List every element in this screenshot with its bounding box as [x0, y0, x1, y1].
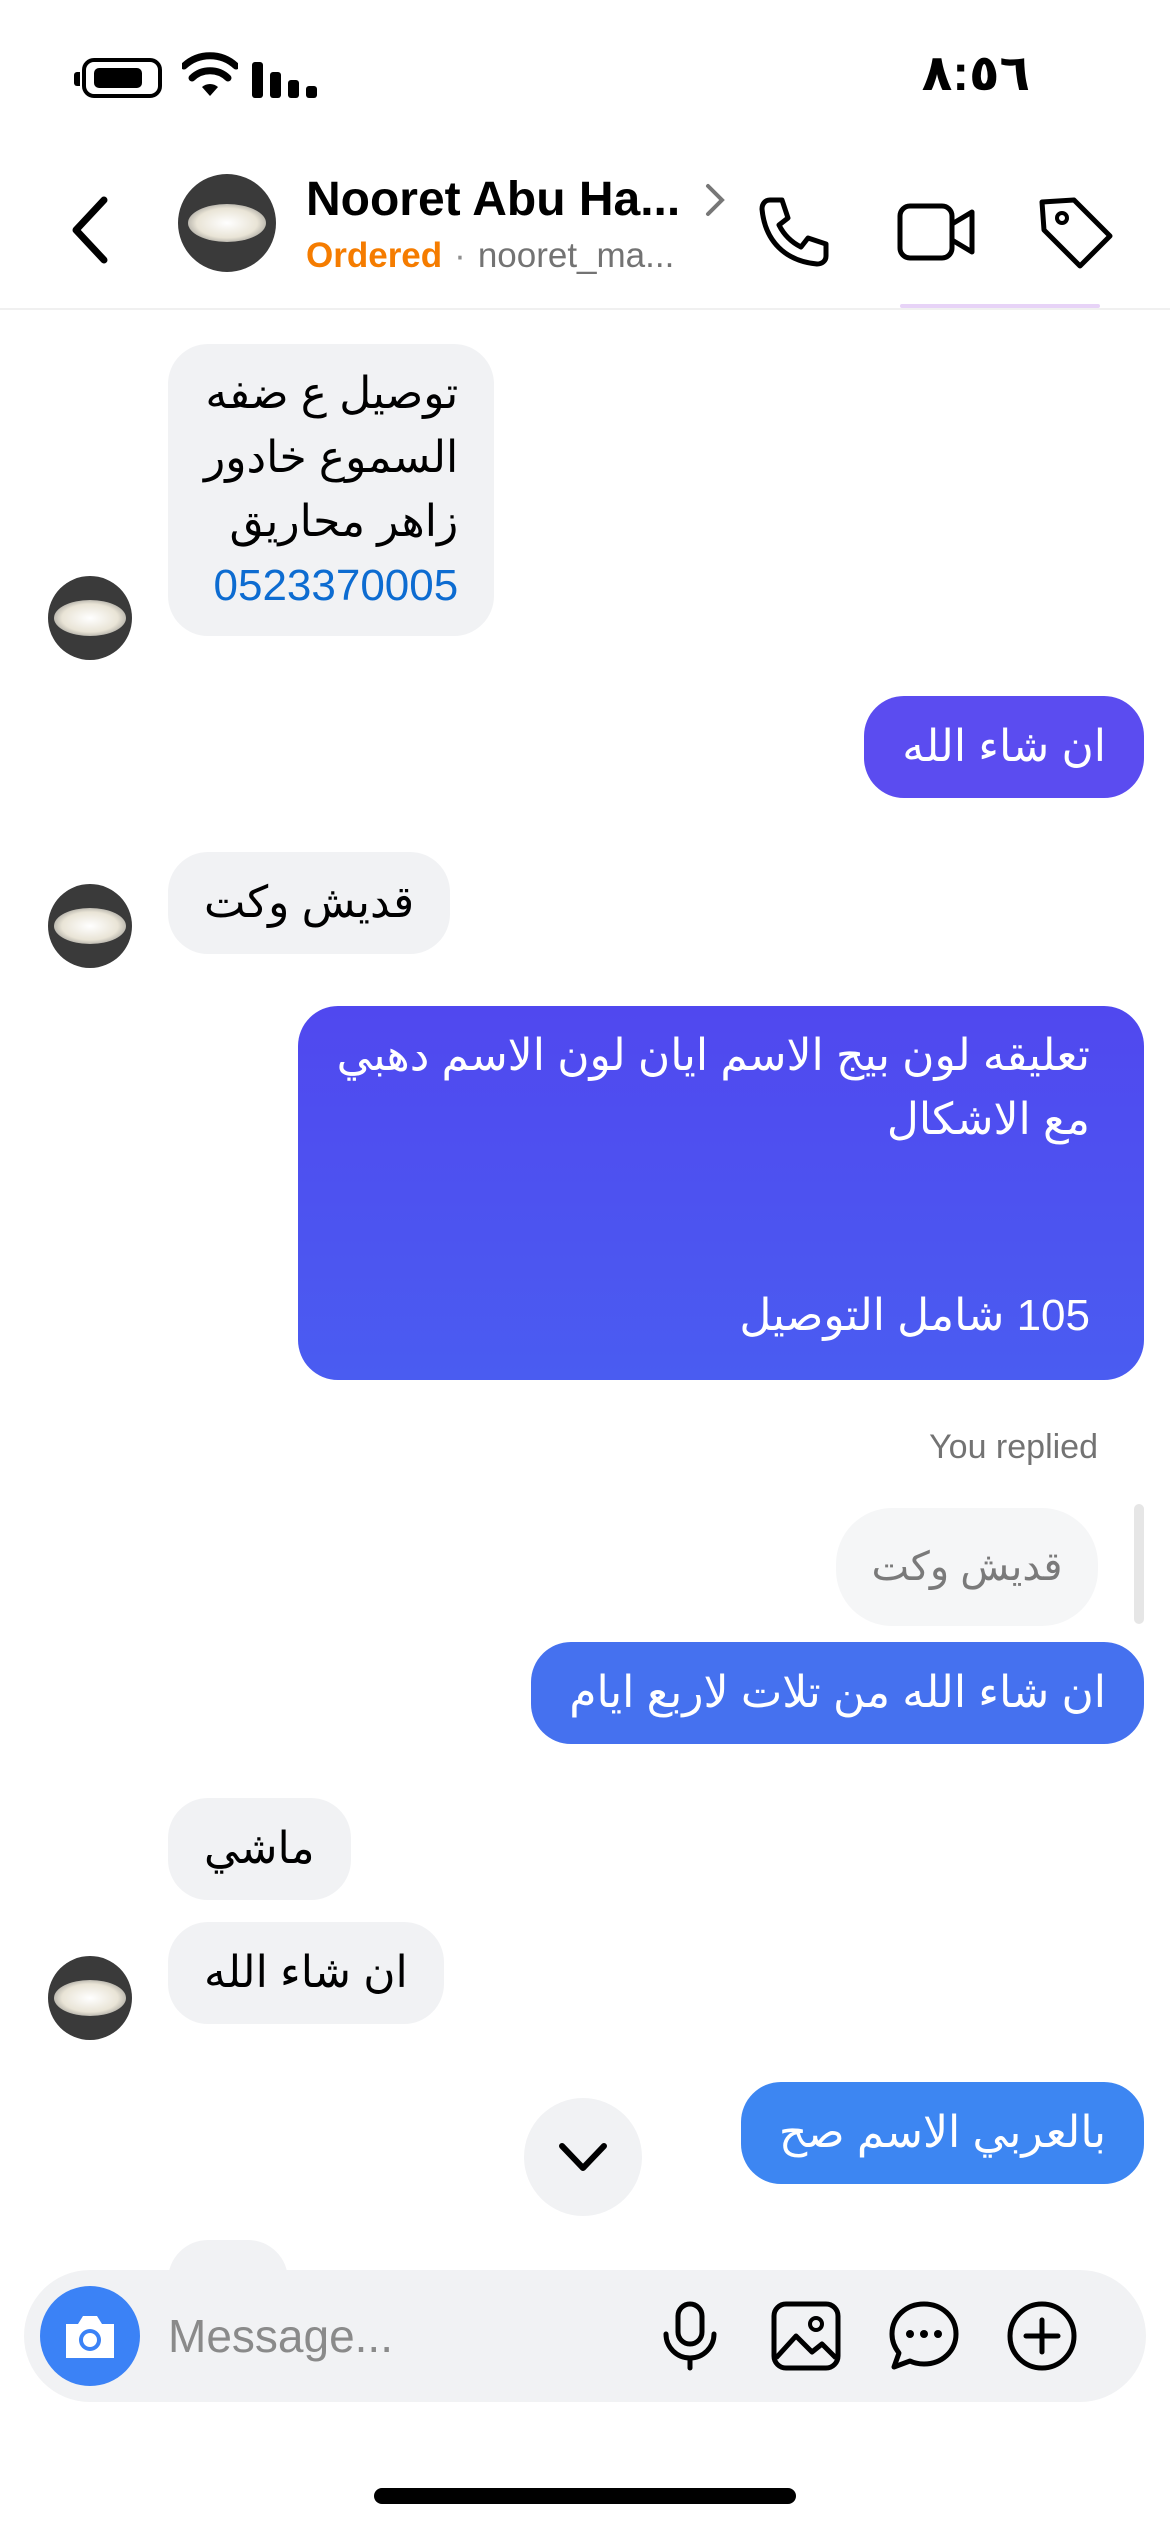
avatar[interactable]: [48, 1956, 132, 2040]
image-icon[interactable]: [770, 2300, 842, 2372]
sticker-icon[interactable]: [888, 2300, 960, 2372]
message-text: ان شاء الله: [902, 722, 1106, 771]
avatar[interactable]: [48, 884, 132, 968]
phone-icon[interactable]: [752, 192, 832, 272]
outgoing-message[interactable]: تعليقه لون بيج الاسم ايان لون الاسم دهبي…: [298, 1006, 1144, 1380]
reply-indicator-bar: [1134, 1504, 1144, 1624]
avatar[interactable]: [178, 174, 276, 272]
message-line: زاهر محاريق: [229, 497, 459, 546]
reply-context-label: You replied: [929, 1428, 1098, 1466]
message-text: ان شاء الله: [204, 1948, 408, 1997]
message-text: ماشي: [204, 1824, 315, 1873]
battery-icon: [74, 58, 162, 98]
message-line: تعليقه لون بيج الاسم ايان لون الاسم دهبي: [336, 1031, 1090, 1080]
video-icon[interactable]: [896, 192, 976, 272]
back-icon[interactable]: [62, 190, 122, 270]
status-bar: ٨:٥٦: [0, 0, 1170, 150]
outgoing-message[interactable]: بالعربي الاسم صح: [740, 2082, 1144, 2184]
cellular-signal-icon: [252, 62, 317, 98]
contact-name[interactable]: Nooret Abu Ha...: [306, 172, 680, 227]
contact-subtitle: Ordered · nooret_ma...: [306, 236, 675, 275]
message-text: بالعربي الاسم صح: [778, 2108, 1106, 2157]
chevron-right-icon[interactable]: [700, 180, 730, 220]
incoming-message[interactable]: توصيل ع ضفه السموع خادور زاهر محاريق 052…: [168, 344, 495, 636]
scroll-to-bottom-button[interactable]: [524, 2098, 642, 2216]
quoted-message[interactable]: قديش وكت: [836, 1508, 1098, 1626]
tag-icon[interactable]: [1036, 192, 1116, 272]
message-line: مع الاشكال: [886, 1095, 1090, 1144]
contact-handle: nooret_ma...: [477, 236, 675, 275]
plus-icon[interactable]: [1006, 2300, 1078, 2372]
home-indicator[interactable]: [374, 2488, 796, 2504]
order-status-label: Ordered: [306, 236, 443, 275]
previous-message-edge: [900, 304, 1100, 308]
microphone-icon[interactable]: [654, 2300, 726, 2372]
phone-number-link[interactable]: 0523370005: [204, 554, 459, 618]
clock: ٨:٥٦: [921, 45, 1030, 101]
message-line: 105 شامل التوصيل: [739, 1291, 1090, 1340]
wifi-icon: [182, 52, 238, 96]
chevron-down-icon: [559, 2143, 607, 2171]
incoming-message[interactable]: قديش وكت: [168, 852, 451, 954]
camera-icon: [66, 2316, 114, 2358]
message-line: السموع خادور: [204, 433, 459, 482]
message-line: توصيل ع ضفه: [205, 369, 459, 418]
camera-button[interactable]: [40, 2286, 140, 2386]
message-composer: [24, 2270, 1146, 2402]
incoming-message[interactable]: ماشي: [168, 1798, 351, 1900]
outgoing-message[interactable]: ان شاء الله من تلات لاربع ايام: [531, 1642, 1144, 1744]
outgoing-message[interactable]: ان شاء الله: [864, 696, 1144, 798]
message-text: قديش وكت: [204, 878, 415, 927]
message-text: ان شاء الله من تلات لاربع ايام: [569, 1668, 1106, 1717]
avatar[interactable]: [48, 576, 132, 660]
incoming-message[interactable]: ان شاء الله: [168, 1922, 444, 2024]
chat-header: Nooret Abu Ha... Ordered · nooret_ma...: [0, 150, 1170, 310]
message-input[interactable]: [168, 2304, 648, 2368]
